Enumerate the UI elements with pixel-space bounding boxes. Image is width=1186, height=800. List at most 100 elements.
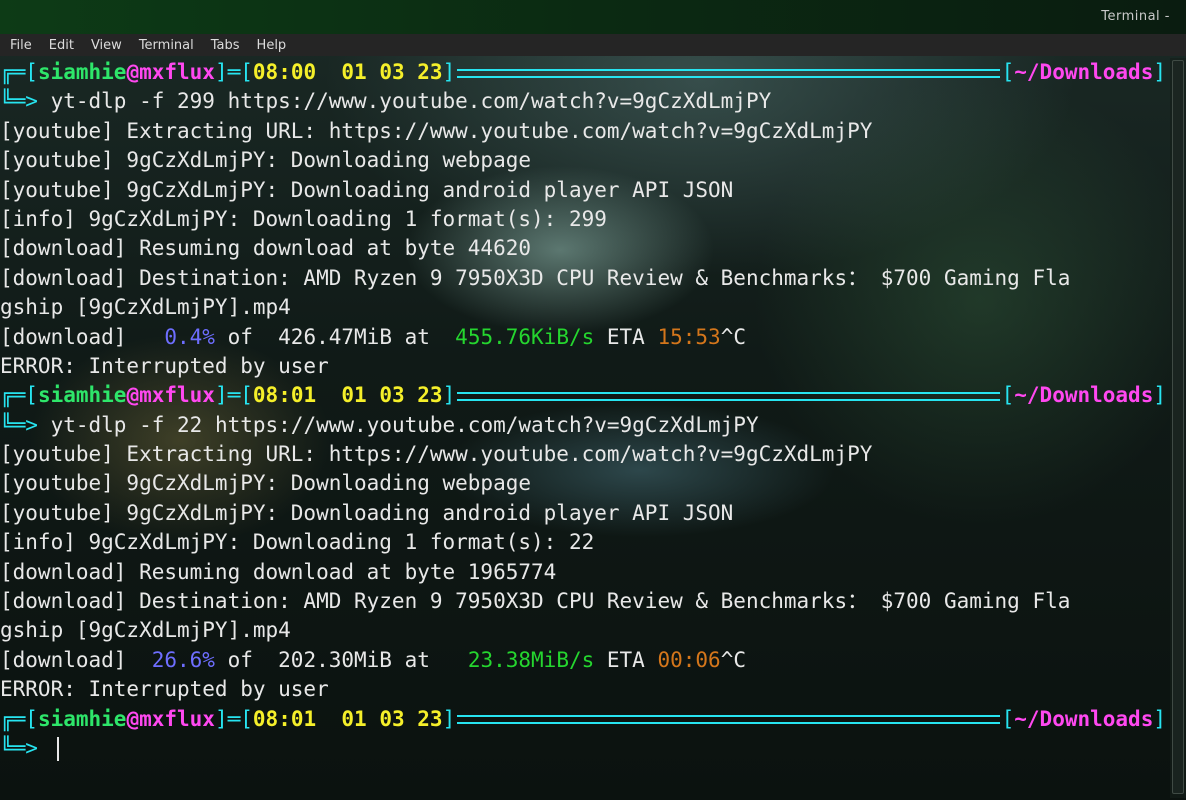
output-text: [youtube] 9gCzXdLmjPY: Downloading webpa… — [0, 471, 532, 496]
prompt-host: @mxflux — [126, 706, 215, 731]
output-line: [info] 9gCzXdLmjPY: Downloading 1 format… — [0, 528, 1168, 557]
error-text: ERROR: Interrupted by user — [0, 353, 329, 378]
prompt-frame: ]═[ — [214, 60, 253, 84]
output-text: [download] Destination: AMD Ryzen 9 7950… — [0, 265, 1071, 290]
output-line: [youtube] 9gCzXdLmjPY: Downloading andro… — [0, 499, 1168, 528]
progress-eta: 15:53 — [657, 324, 721, 349]
output-line: [info] 9gCzXdLmjPY: Downloading 1 format… — [0, 205, 1168, 234]
prompt-arrow: ╚═> — [0, 89, 51, 114]
output-line: [youtube] 9gCzXdLmjPY: Downloading andro… — [0, 176, 1168, 205]
output-line: [download] Destination: AMD Ryzen 9 7950… — [0, 264, 1168, 293]
scrollbar-thumb[interactable] — [1172, 60, 1184, 794]
prompt-frame: ] — [442, 60, 456, 84]
interrupt-marker: ^C — [720, 647, 746, 672]
output-line: [youtube] 9gCzXdLmjPY: Downloading webpa… — [0, 469, 1168, 498]
prompt-time: 08:00 01 03 23 — [252, 60, 443, 84]
prompt-frame: ] — [1153, 706, 1166, 731]
command-line: ╚═> yt-dlp -f 299 https://www.youtube.co… — [0, 87, 1168, 116]
prompt-frame: ╔═[ — [0, 383, 38, 408]
output-text: [youtube] 9gCzXdLmjPY: Downloading andro… — [0, 177, 734, 202]
prompt-frame: [ — [1001, 60, 1015, 84]
prompt-rule — [457, 68, 1000, 78]
output-text: [info] 9gCzXdLmjPY: Downloading 1 format… — [0, 530, 595, 555]
output-text: gship [9gCzXdLmjPY].mp4 — [0, 618, 291, 643]
progress-eta: 00:06 — [657, 647, 721, 672]
prompt-frame: ]═[ — [214, 706, 253, 731]
prompt-frame: ╔═[ — [0, 60, 38, 84]
vertical-scrollbar[interactable] — [1170, 58, 1186, 798]
menu-help[interactable]: Help — [247, 38, 294, 53]
output-text: [youtube] Extracting URL: https://www.yo… — [0, 442, 873, 467]
output-text: [info] 9gCzXdLmjPY: Downloading 1 format… — [0, 206, 607, 231]
progress-prefix: [download] — [0, 324, 165, 349]
prompt-host: @mxflux — [126, 60, 215, 84]
prompt-frame: ╔═[ — [0, 706, 38, 731]
progress-line: [download] 26.6% of 202.30MiB at 23.38Mi… — [0, 646, 1168, 675]
prompt-frame: ] — [1153, 60, 1166, 84]
output-line: [download] Resuming download at byte 196… — [0, 558, 1168, 587]
terminal-window: Terminal - File Edit View Terminal Tabs … — [0, 0, 1186, 800]
prompt-line: ╔═[siamhie@mxflux]═[08:01 01 03 23] [~/Do… — [0, 381, 1168, 410]
interrupt-marker: ^C — [720, 324, 746, 349]
menu-edit[interactable]: Edit — [39, 38, 81, 53]
menu-tabs[interactable]: Tabs — [201, 38, 247, 53]
progress-eta-label: ETA — [594, 647, 658, 672]
error-line: ERROR: Interrupted by user — [0, 675, 1168, 704]
prompt-frame: ]═[ — [214, 383, 253, 408]
output-line: [youtube] 9gCzXdLmjPY: Downloading webpa… — [0, 146, 1168, 175]
output-text: [youtube] 9gCzXdLmjPY: Downloading webpa… — [0, 148, 532, 173]
output-line: [youtube] Extracting URL: https://www.yo… — [0, 440, 1168, 469]
prompt-frame: ] — [442, 706, 456, 731]
prompt-directory: ~/Downloads — [1014, 706, 1154, 731]
progress-prefix: [download] — [0, 647, 152, 672]
progress-line: [download] 0.4% of 426.47MiB at 455.76Ki… — [0, 323, 1168, 352]
prompt-frame: [ — [1001, 383, 1015, 408]
output-line: [download] Resuming download at byte 446… — [0, 234, 1168, 263]
command-line: ╚═> yt-dlp -f 22 https://www.youtube.com… — [0, 411, 1168, 440]
prompt-directory: ~/Downloads — [1014, 60, 1154, 84]
progress-eta-label: ETA — [594, 324, 658, 349]
progress-size: of 202.30MiB at — [214, 647, 468, 672]
prompt-rule — [457, 715, 1000, 725]
menu-terminal[interactable]: Terminal — [129, 38, 201, 53]
prompt-user: siamhie — [37, 383, 127, 408]
text-cursor[interactable] — [56, 736, 59, 761]
error-line: ERROR: Interrupted by user — [0, 352, 1168, 381]
menu-view[interactable]: View — [81, 38, 129, 53]
prompt-line: ╔═[siamhie@mxflux]═[08:01 01 03 23] [~/Do… — [0, 705, 1168, 734]
prompt-rule — [457, 391, 1000, 401]
error-text: ERROR: Interrupted by user — [0, 677, 329, 702]
command-text: yt-dlp -f 299 https://www.youtube.com/wa… — [50, 89, 772, 114]
progress-percent: 0.4% — [164, 324, 215, 349]
terminal-output[interactable]: ╔═[siamhie@mxflux]═[08:00 01 03 23] [~/Do… — [0, 58, 1168, 798]
prompt-user: siamhie — [37, 60, 127, 84]
input-line: ╚═> — [0, 734, 1168, 763]
prompt-line: ╔═[siamhie@mxflux]═[08:00 01 03 23] [~/Do… — [0, 58, 1168, 87]
prompt-frame: [ — [1001, 706, 1015, 731]
prompt-directory: ~/Downloads — [1014, 383, 1154, 408]
menu-bar: File Edit View Terminal Tabs Help — [0, 34, 1186, 56]
output-text: gship [9gCzXdLmjPY].mp4 — [0, 295, 291, 320]
progress-speed: 23.38MiB/s — [467, 647, 595, 672]
prompt-frame: ] — [442, 383, 456, 408]
prompt-frame: ] — [1153, 383, 1166, 408]
prompt-time: 08:01 01 03 23 — [252, 706, 443, 731]
output-line: gship [9gCzXdLmjPY].mp4 — [0, 616, 1168, 645]
output-text: [download] Destination: AMD Ryzen 9 7950… — [0, 589, 1071, 614]
output-text: [download] Resuming download at byte 196… — [0, 559, 557, 584]
output-line: gship [9gCzXdLmjPY].mp4 — [0, 293, 1168, 322]
prompt-host: @mxflux — [126, 383, 215, 408]
prompt-arrow: ╚═> — [0, 735, 51, 760]
progress-percent: 26.6% — [151, 647, 215, 672]
output-line: [youtube] Extracting URL: https://www.yo… — [0, 117, 1168, 146]
output-text: [download] Resuming download at byte 446… — [0, 236, 532, 261]
prompt-arrow: ╚═> — [0, 412, 51, 437]
title-bar[interactable]: Terminal - — [0, 0, 1186, 34]
prompt-user: siamhie — [37, 706, 127, 731]
progress-speed: 455.76KiB/s — [455, 324, 595, 349]
command-text: yt-dlp -f 22 https://www.youtube.com/wat… — [50, 412, 759, 437]
output-text: [youtube] 9gCzXdLmjPY: Downloading andro… — [0, 500, 734, 525]
menu-file[interactable]: File — [0, 38, 39, 53]
window-title: Terminal - — [1101, 9, 1170, 24]
output-text: [youtube] Extracting URL: https://www.yo… — [0, 118, 873, 143]
